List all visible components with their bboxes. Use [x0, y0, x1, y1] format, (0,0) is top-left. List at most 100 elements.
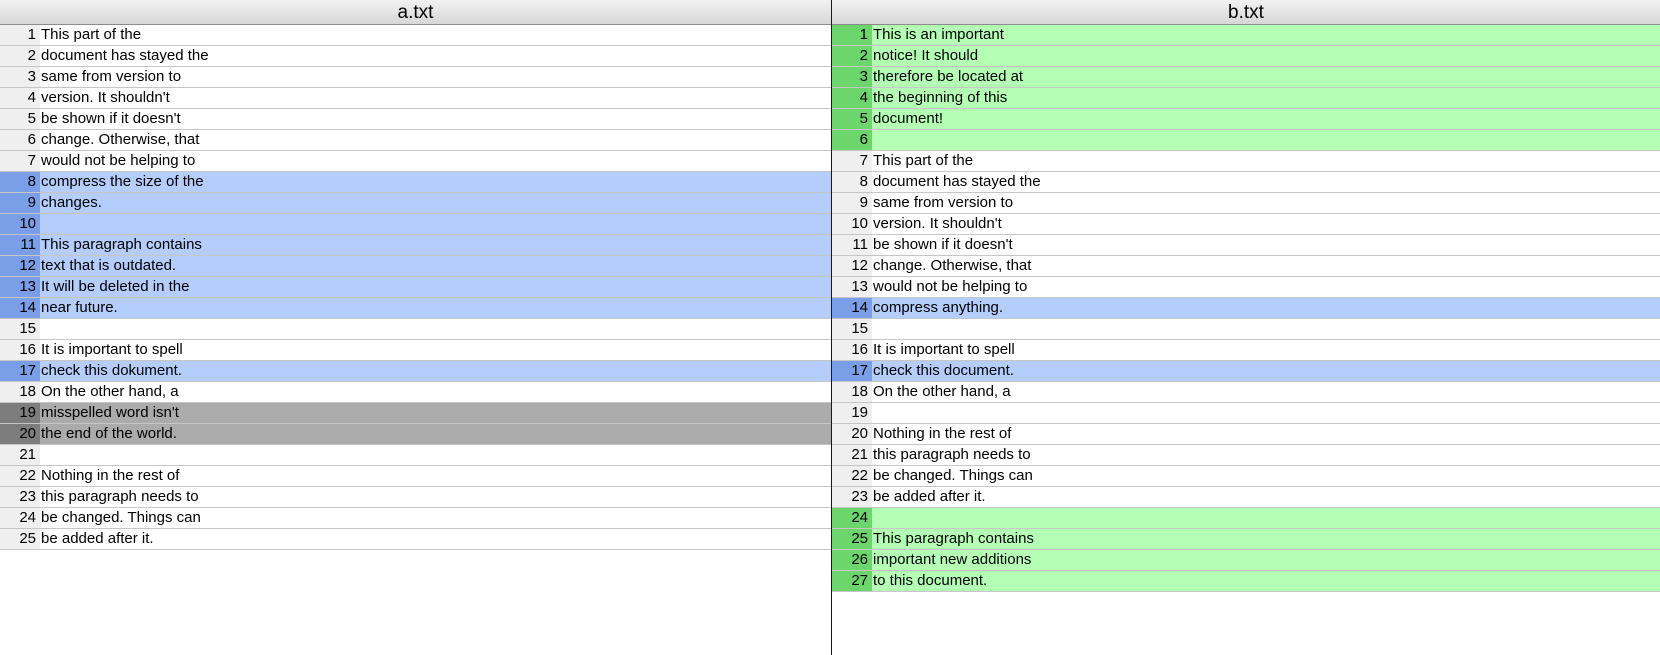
- line-text: version. It shouldn't: [872, 214, 1660, 234]
- right-diff-line-added[interactable]: 3 therefore be located at: [832, 67, 1660, 88]
- left-diff-line-changed[interactable]: 14 near future.: [0, 298, 831, 319]
- right-diff-line-added[interactable]: 27 to this document.: [832, 571, 1660, 592]
- left-diff-line-same[interactable]: 3 same from version to: [0, 67, 831, 88]
- line-text: check this dokument.: [40, 361, 831, 381]
- line-number: 15: [832, 319, 872, 339]
- line-number: 4: [832, 88, 872, 108]
- right-diff-line-same[interactable]: 15: [832, 319, 1660, 340]
- right-diff-line-same[interactable]: 18 On the other hand, a: [832, 382, 1660, 403]
- line-text: be changed. Things can: [40, 508, 831, 528]
- line-number: 7: [832, 151, 872, 171]
- line-text: This part of the: [872, 151, 1660, 171]
- line-number: 17: [832, 361, 872, 381]
- line-text: This is an important: [872, 25, 1660, 45]
- right-diff-line-added[interactable]: 1 This is an important: [832, 25, 1660, 46]
- line-number: 15: [0, 319, 40, 339]
- left-diff-line-changed[interactable]: 10: [0, 214, 831, 235]
- line-text: same from version to: [40, 67, 831, 87]
- left-diff-line-same[interactable]: 4 version. It shouldn't: [0, 88, 831, 109]
- line-number: 19: [832, 403, 872, 423]
- line-text: be shown if it doesn't: [40, 109, 831, 129]
- right-diff-line-same[interactable]: 10 version. It shouldn't: [832, 214, 1660, 235]
- right-diff-line-same[interactable]: 23 be added after it.: [832, 487, 1660, 508]
- left-diff-line-changed[interactable]: 12 text that is outdated.: [0, 256, 831, 277]
- line-text: document!: [872, 109, 1660, 129]
- left-diff-line-same[interactable]: 23 this paragraph needs to: [0, 487, 831, 508]
- left-diff-line-changed[interactable]: 11 This paragraph contains: [0, 235, 831, 256]
- line-text: this paragraph needs to: [872, 445, 1660, 465]
- right-diff-line-same[interactable]: 22 be changed. Things can: [832, 466, 1660, 487]
- line-text: [872, 403, 1660, 423]
- line-number: 11: [0, 235, 40, 255]
- right-diff-line-added[interactable]: 2 notice! It should: [832, 46, 1660, 67]
- left-diff-line-same[interactable]: 15: [0, 319, 831, 340]
- left-diff-line-same[interactable]: 21: [0, 445, 831, 466]
- line-number: 9: [832, 193, 872, 213]
- line-text: near future.: [40, 298, 831, 318]
- line-number: 26: [832, 550, 872, 570]
- right-diff-line-same[interactable]: 19: [832, 403, 1660, 424]
- right-diff-line-same[interactable]: 7 This part of the: [832, 151, 1660, 172]
- right-diff-line-same[interactable]: 12 change. Otherwise, that: [832, 256, 1660, 277]
- right-diff-line-added[interactable]: 6: [832, 130, 1660, 151]
- left-diff-line-same[interactable]: 24 be changed. Things can: [0, 508, 831, 529]
- left-diff-line-changed[interactable]: 13 It will be deleted in the: [0, 277, 831, 298]
- left-diff-line-changed[interactable]: 8 compress the size of the: [0, 172, 831, 193]
- line-number: 8: [0, 172, 40, 192]
- line-number: 5: [832, 109, 872, 129]
- left-diff-line-same[interactable]: 16 It is important to spell: [0, 340, 831, 361]
- right-file-pane[interactable]: b.txt 1 This is an important 2 notice! It s…: [832, 0, 1660, 655]
- right-diff-line-same[interactable]: 11 be shown if it doesn't: [832, 235, 1660, 256]
- right-diff-line-changed[interactable]: 14 compress anything.: [832, 298, 1660, 319]
- left-diff-line-changed[interactable]: 17 check this dokument.: [0, 361, 831, 382]
- line-number: 12: [0, 256, 40, 276]
- line-text: This paragraph contains: [40, 235, 831, 255]
- right-diff-line-added[interactable]: 24: [832, 508, 1660, 529]
- right-diff-line-same[interactable]: 9 same from version to: [832, 193, 1660, 214]
- line-text: be added after it.: [872, 487, 1660, 507]
- line-number: 23: [0, 487, 40, 507]
- right-diff-line-added[interactable]: 4 the beginning of this: [832, 88, 1660, 109]
- line-number: 1: [0, 25, 40, 45]
- line-number: 14: [832, 298, 872, 318]
- left-diff-line-same[interactable]: 5 be shown if it doesn't: [0, 109, 831, 130]
- line-text: be changed. Things can: [872, 466, 1660, 486]
- right-diff-line-added[interactable]: 5 document!: [832, 109, 1660, 130]
- line-text: This part of the: [40, 25, 831, 45]
- line-text: document has stayed the: [872, 172, 1660, 192]
- left-diff-line-same[interactable]: 25 be added after it.: [0, 529, 831, 550]
- line-text: be shown if it doesn't: [872, 235, 1660, 255]
- left-diff-line-same[interactable]: 1 This part of the: [0, 25, 831, 46]
- left-file-pane[interactable]: a.txt 1 This part of the 2 document has sta…: [0, 0, 831, 655]
- right-line-list[interactable]: 1 This is an important 2 notice! It should 3…: [832, 25, 1660, 592]
- diff-viewer: a.txt 1 This part of the 2 document has sta…: [0, 0, 1660, 655]
- line-text: would not be helping to: [40, 151, 831, 171]
- left-line-list[interactable]: 1 This part of the 2 document has stayed th…: [0, 25, 831, 550]
- left-diff-line-same[interactable]: 2 document has stayed the: [0, 46, 831, 67]
- line-number: 4: [0, 88, 40, 108]
- right-diff-line-same[interactable]: 20 Nothing in the rest of: [832, 424, 1660, 445]
- line-number: 25: [832, 529, 872, 549]
- left-diff-line-same[interactable]: 22 Nothing in the rest of: [0, 466, 831, 487]
- left-diff-line-same[interactable]: 18 On the other hand, a: [0, 382, 831, 403]
- right-diff-line-same[interactable]: 8 document has stayed the: [832, 172, 1660, 193]
- right-diff-line-same[interactable]: 21 this paragraph needs to: [832, 445, 1660, 466]
- line-text: same from version to: [872, 193, 1660, 213]
- line-number: 24: [0, 508, 40, 528]
- line-number: 24: [832, 508, 872, 528]
- left-diff-line-same[interactable]: 7 would not be helping to: [0, 151, 831, 172]
- line-text: [872, 130, 1660, 150]
- left-diff-line-deleted[interactable]: 20 the end of the world.: [0, 424, 831, 445]
- left-diff-line-deleted[interactable]: 19 misspelled word isn't: [0, 403, 831, 424]
- line-text: It will be deleted in the: [40, 277, 831, 297]
- right-diff-line-added[interactable]: 25 This paragraph contains: [832, 529, 1660, 550]
- left-diff-line-same[interactable]: 6 change. Otherwise, that: [0, 130, 831, 151]
- line-number: 18: [832, 382, 872, 402]
- line-text: [872, 319, 1660, 339]
- right-diff-line-same[interactable]: 16 It is important to spell: [832, 340, 1660, 361]
- right-diff-line-changed[interactable]: 17 check this document.: [832, 361, 1660, 382]
- left-diff-line-changed[interactable]: 9 changes.: [0, 193, 831, 214]
- right-diff-line-same[interactable]: 13 would not be helping to: [832, 277, 1660, 298]
- line-text: It is important to spell: [872, 340, 1660, 360]
- right-diff-line-added[interactable]: 26 important new additions: [832, 550, 1660, 571]
